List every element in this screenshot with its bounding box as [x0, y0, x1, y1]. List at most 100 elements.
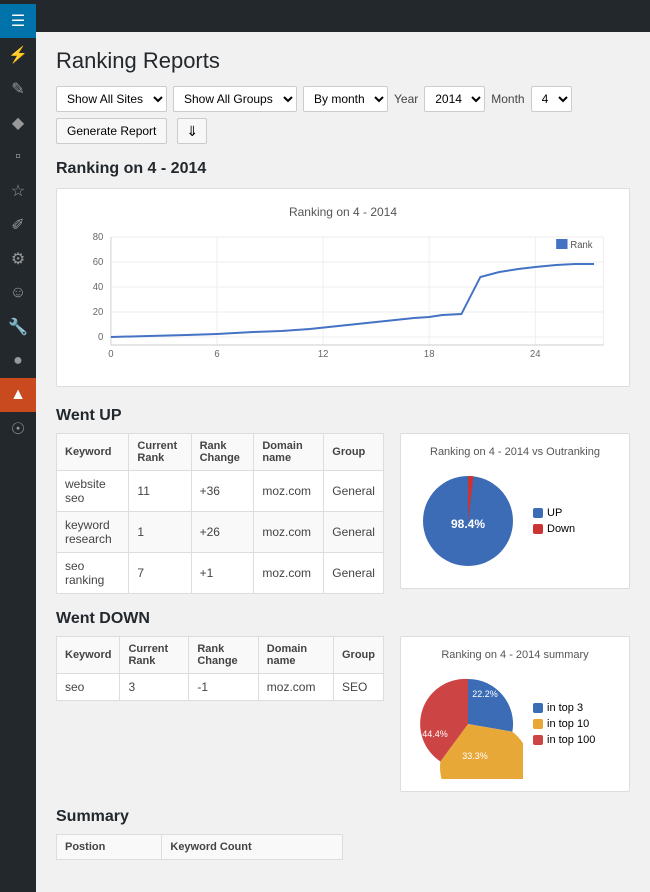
sidebar-posts-icon[interactable]: ✎ [0, 72, 36, 106]
summary-pie-card: Ranking on 4 - 2014 summary [400, 636, 630, 792]
table-row: seo ranking 7 +1 moz.com General [57, 553, 384, 594]
legend-top10-label: in top 10 [547, 718, 589, 730]
went-down-table: Keyword Current Rank Rank Change Domain … [56, 636, 384, 701]
legend-up-label: UP [547, 507, 562, 519]
outranking-pie-wrapper: 98.4% UP Down [413, 466, 617, 576]
legend-down: Down [533, 523, 575, 535]
summary-title: Summary [56, 808, 630, 826]
col-group-d: Group [333, 637, 383, 674]
legend-top100-label: in top 100 [547, 734, 595, 746]
col-rank-change-d: Rank Change [189, 637, 258, 674]
legend-top3-dot [533, 703, 543, 713]
outranking-pie-card: Ranking on 4 - 2014 vs Outranking 98.4% [400, 433, 630, 589]
month-select[interactable]: 4 [531, 86, 572, 112]
sidebar-appearance-icon[interactable]: ✐ [0, 208, 36, 242]
year-label: Year [394, 92, 418, 106]
table-row: keyword research 1 +26 moz.com General [57, 512, 384, 553]
svg-text:18: 18 [424, 349, 435, 360]
download-button[interactable]: ⇓ [177, 118, 207, 144]
legend-top10: in top 10 [533, 718, 595, 730]
summary-pie-wrapper: 22.2% 44.4% 33.3% in top 3 [413, 669, 617, 779]
sidebar-plugins-icon[interactable]: ⚙ [0, 242, 36, 276]
sidebar-menu-icon[interactable]: ☰ [0, 4, 36, 38]
keyword-cell: keyword research [57, 512, 129, 553]
went-up-pie-col: Ranking on 4 - 2014 vs Outranking 98.4% [400, 433, 630, 594]
current-rank-cell: 11 [129, 471, 191, 512]
svg-text:33.3%: 33.3% [462, 751, 488, 761]
line-chart: 80 60 40 20 0 0 6 12 18 24 Rank [73, 227, 613, 367]
keyword-cell: seo ranking [57, 553, 129, 594]
went-down-table-col: Keyword Current Rank Rank Change Domain … [56, 636, 384, 792]
outranking-legend: UP Down [533, 507, 575, 535]
ranking-section-title: Ranking on 4 - 2014 [56, 160, 630, 178]
summary-pie-title: Ranking on 4 - 2014 summary [413, 649, 617, 661]
legend-top100-dot [533, 735, 543, 745]
sidebar-users-icon[interactable]: ☺ [0, 276, 36, 310]
svg-text:6: 6 [214, 349, 219, 360]
col-current-rank: Current Rank [129, 434, 191, 471]
legend-down-label: Down [547, 523, 575, 535]
domain-cell: moz.com [258, 674, 333, 701]
keyword-cell: seo [57, 674, 120, 701]
summary-pie-svg: 22.2% 44.4% 33.3% [413, 669, 523, 779]
generate-report-button[interactable]: Generate Report [56, 118, 167, 144]
group-cell: General [324, 553, 384, 594]
content-area: Ranking Reports Show All Sites Show All … [36, 32, 650, 892]
summary-col-position: Postion [57, 835, 162, 860]
svg-text:98.4%: 98.4% [451, 517, 485, 531]
svg-text:80: 80 [93, 232, 104, 243]
legend-down-dot [533, 524, 543, 534]
svg-text:0: 0 [98, 332, 104, 343]
svg-text:Rank: Rank [570, 240, 592, 251]
outranking-pie-svg: 98.4% [413, 466, 523, 576]
went-up-content: Keyword Current Rank Rank Change Domain … [56, 433, 630, 594]
group-filter[interactable]: Show All Groups [173, 86, 297, 112]
line-chart-card: Ranking on 4 - 2014 80 60 40 20 [56, 188, 630, 387]
rank-change-cell: +26 [191, 512, 254, 553]
year-select[interactable]: 2014 [424, 86, 485, 112]
group-cell: SEO [333, 674, 383, 701]
sidebar: ☰ ⚡ ✎ ◆ ▫ ☆ ✐ ⚙ ☺ 🔧 ● ▲ ☉ [0, 0, 36, 892]
went-up-table: Keyword Current Rank Rank Change Domain … [56, 433, 384, 594]
sidebar-media-icon[interactable]: ◆ [0, 106, 36, 140]
group-cell: General [324, 471, 384, 512]
legend-top3: in top 3 [533, 702, 595, 714]
col-domain: Domain name [254, 434, 324, 471]
sidebar-dashboard-icon[interactable]: ⚡ [0, 38, 36, 72]
sidebar-seo-icon[interactable]: ▲ [0, 378, 36, 412]
sidebar-tools-icon[interactable]: 🔧 [0, 310, 36, 344]
summary-col-keyword-count: Keyword Count [162, 835, 343, 860]
sidebar-comments-icon[interactable]: ☆ [0, 174, 36, 208]
legend-up: UP [533, 507, 575, 519]
went-up-section: Went UP Keyword Current Rank Rank Change… [56, 407, 630, 594]
legend-top100: in top 100 [533, 734, 595, 746]
month-label: Month [491, 92, 524, 106]
sidebar-settings-icon[interactable]: ● [0, 344, 36, 378]
went-up-title: Went UP [56, 407, 630, 425]
svg-text:22.2%: 22.2% [472, 689, 498, 699]
site-filter[interactable]: Show All Sites [56, 86, 167, 112]
col-current-rank-d: Current Rank [120, 637, 189, 674]
svg-text:24: 24 [530, 349, 541, 360]
svg-text:60: 60 [93, 257, 104, 268]
col-keyword: Keyword [57, 434, 129, 471]
keyword-cell: website seo [57, 471, 129, 512]
svg-text:20: 20 [93, 307, 104, 318]
domain-cell: moz.com [254, 512, 324, 553]
rank-change-cell: -1 [189, 674, 258, 701]
went-down-title: Went DOWN [56, 610, 630, 628]
svg-text:0: 0 [108, 349, 114, 360]
legend-top3-label: in top 3 [547, 702, 583, 714]
domain-cell: moz.com [254, 553, 324, 594]
legend-up-dot [533, 508, 543, 518]
col-keyword-d: Keyword [57, 637, 120, 674]
svg-text:40: 40 [93, 282, 104, 293]
svg-text:44.4%: 44.4% [422, 729, 448, 739]
period-filter[interactable]: By month [303, 86, 388, 112]
current-rank-cell: 3 [120, 674, 189, 701]
col-rank-change: Rank Change [191, 434, 254, 471]
sidebar-extra-icon[interactable]: ☉ [0, 412, 36, 446]
filter-bar: Show All Sites Show All Groups By month … [56, 86, 630, 144]
sidebar-pages-icon[interactable]: ▫ [0, 140, 36, 174]
col-domain-d: Domain name [258, 637, 333, 674]
